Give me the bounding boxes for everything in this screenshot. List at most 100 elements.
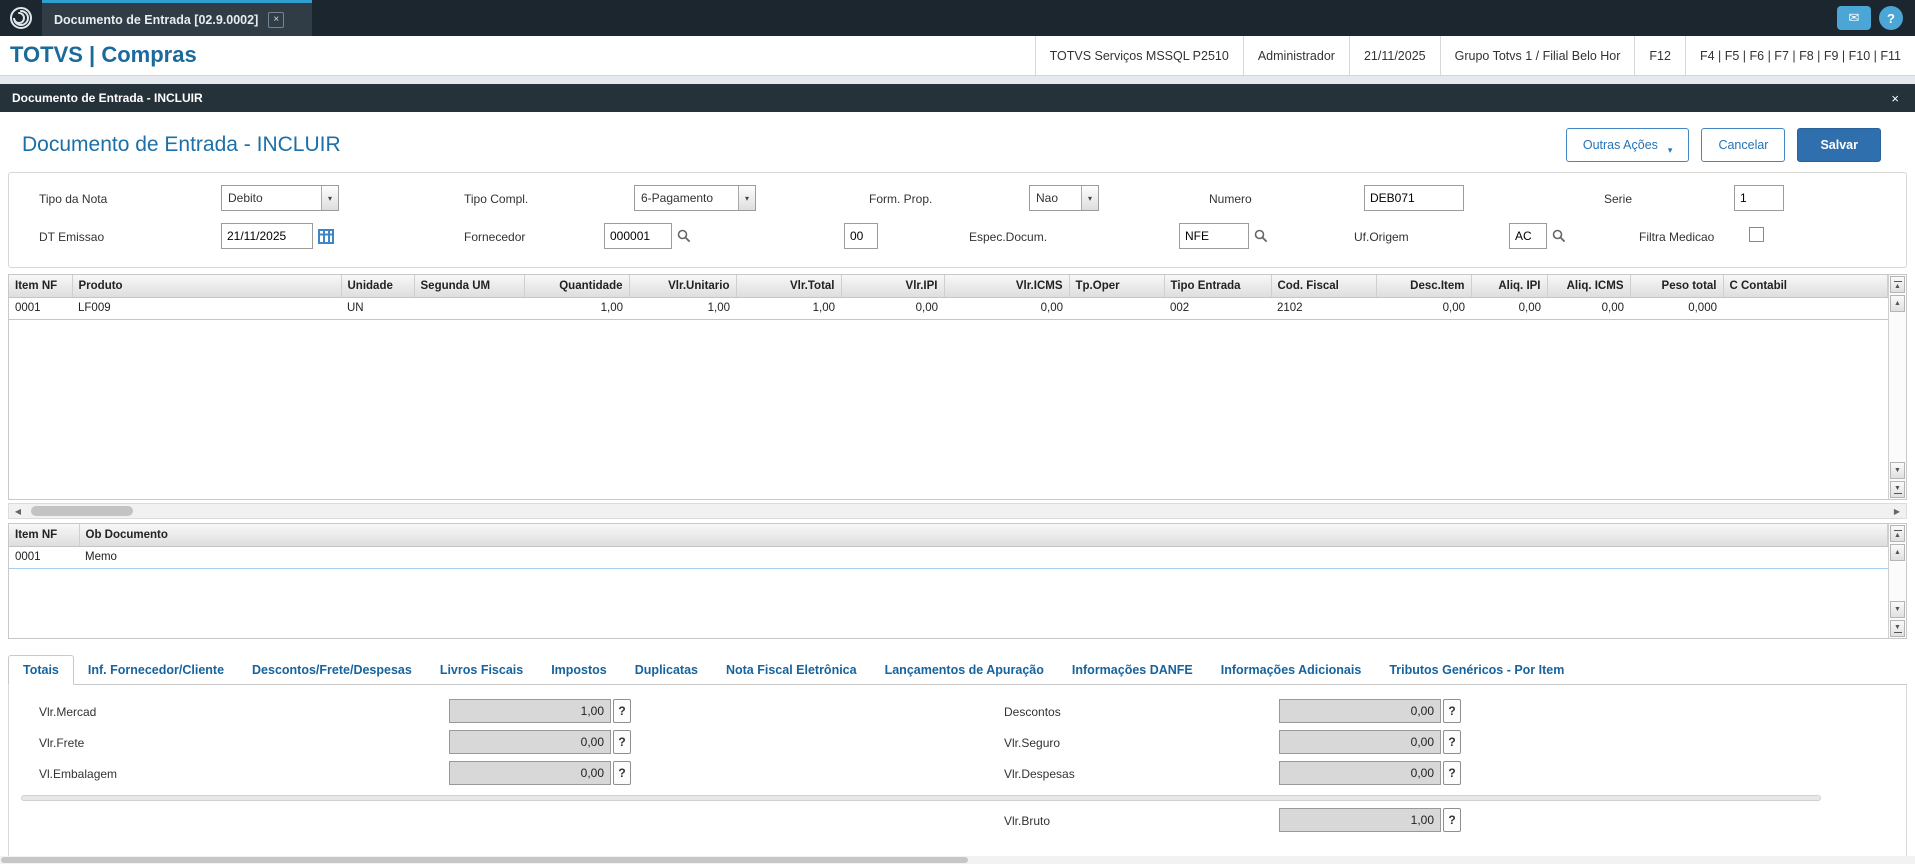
dt-emissao-input[interactable] [221, 223, 313, 249]
tab-livros-fiscais[interactable]: Livros Fiscais [426, 656, 537, 684]
filtra-medicao-checkbox[interactable] [1749, 227, 1764, 242]
tab-close-icon[interactable]: × [268, 11, 285, 28]
tab-informacoes-danfe[interactable]: Informações DANFE [1058, 656, 1207, 684]
vl-embalagem-input[interactable] [449, 761, 611, 785]
column-header-item-nf[interactable]: Item NF [9, 275, 73, 298]
page-horizontal-scrollbar[interactable] [0, 856, 1915, 864]
scroll-to-top-button[interactable]: ▲ [1890, 276, 1905, 293]
vlr-bruto-input[interactable] [1279, 808, 1441, 832]
up-icon: ▲ [1894, 282, 1901, 290]
vlr-seguro-help-button[interactable]: ? [1443, 730, 1461, 754]
vlr-mercad-input[interactable] [449, 699, 611, 723]
column-header-quantidade[interactable]: Quantidade [524, 275, 630, 298]
cell-vlr-unitario: 1,00 [629, 297, 736, 320]
espec-docum-search-icon[interactable] [1250, 224, 1272, 248]
obs-grid-row[interactable]: 0001 Memo [9, 546, 1888, 569]
cancelar-button[interactable]: Cancelar [1701, 128, 1786, 162]
column-header-aliq-ipi[interactable]: Aliq. IPI [1471, 275, 1548, 298]
descontos-help-button[interactable]: ? [1443, 699, 1461, 723]
column-header-desc-item[interactable]: Desc.Item [1376, 275, 1472, 298]
column-header-item-nf[interactable]: Item NF [9, 524, 80, 547]
tab-impostos[interactable]: Impostos [537, 656, 621, 684]
column-header-c-contabil[interactable]: C Contabil [1723, 275, 1888, 298]
vlr-frete-input[interactable] [449, 730, 611, 754]
help-button[interactable]: ? [1879, 6, 1903, 30]
chevron-down-icon[interactable]: ▾ [321, 186, 338, 210]
totvs-logo-icon[interactable] [0, 0, 42, 36]
obs-grid-vertical-scrollbar[interactable]: ▲ ▲ ▼ ▼ [1888, 524, 1906, 638]
function-keys-cell[interactable]: F4 | F5 | F6 | F7 | F8 | F9 | F10 | F11 [1684, 36, 1915, 75]
column-header-produto[interactable]: Produto [72, 275, 342, 298]
descontos-input[interactable] [1279, 699, 1441, 723]
loja-input[interactable] [844, 223, 878, 249]
program-tab[interactable]: Documento de Entrada [02.9.0002] × [42, 0, 312, 36]
chevron-down-icon[interactable]: ▾ [1081, 186, 1098, 210]
form-prop-select[interactable]: Nao ▾ [1029, 185, 1099, 211]
branch-cell[interactable]: Grupo Totvs 1 / Filial Belo Hor [1439, 36, 1635, 75]
column-header-ob-documento[interactable]: Ob Documento [79, 524, 1888, 547]
salvar-button[interactable]: Salvar [1797, 128, 1881, 162]
scroll-up-button[interactable]: ▲ [1890, 544, 1905, 561]
column-header-vlr-ipi[interactable]: Vlr.IPI [841, 275, 945, 298]
scroll-down-button[interactable]: ▼ [1890, 601, 1905, 618]
page-horizontal-scroll-thumb[interactable] [1, 857, 969, 863]
calendar-icon[interactable] [315, 224, 337, 248]
column-header-vlr-icms[interactable]: Vlr.ICMS [944, 275, 1070, 298]
vlr-bruto-help-button[interactable]: ? [1443, 808, 1461, 832]
column-header-segunda-um[interactable]: Segunda UM [414, 275, 525, 298]
column-header-unidade[interactable]: Unidade [341, 275, 415, 298]
uf-origem-search-icon[interactable] [1548, 224, 1570, 248]
tab-descontos-frete-despesas[interactable]: Descontos/Frete/Despesas [238, 656, 426, 684]
environment-cell[interactable]: TOTVS Serviços MSSQL P2510 [1034, 36, 1243, 75]
scroll-left-icon[interactable]: ◀ [9, 504, 27, 518]
totais-panel: Vlr.Mercad ? Descontos ? Vlr.Frete ? Vlr… [8, 685, 1907, 864]
vlr-mercad-help-button[interactable]: ? [613, 699, 631, 723]
scroll-to-bottom-button[interactable]: ▼ [1890, 481, 1905, 498]
window-close-icon[interactable]: × [1887, 91, 1903, 106]
tab-duplicatas[interactable]: Duplicatas [621, 656, 712, 684]
column-header-tipo-entrada[interactable]: Tipo Entrada [1164, 275, 1272, 298]
tipo-compl-select[interactable]: 6-Pagamento ▾ [634, 185, 756, 211]
column-header-peso-total[interactable]: Peso total [1630, 275, 1724, 298]
scroll-down-button[interactable]: ▼ [1890, 462, 1905, 479]
chevron-down-icon[interactable]: ▾ [738, 186, 755, 210]
tab-informacoes-adicionais[interactable]: Informações Adicionais [1207, 656, 1376, 684]
espec-docum-input[interactable] [1179, 223, 1249, 249]
vlr-seguro-input[interactable] [1279, 730, 1441, 754]
column-header-tp-oper[interactable]: Tp.Oper [1069, 275, 1165, 298]
column-header-aliq-icms[interactable]: Aliq. ICMS [1547, 275, 1631, 298]
outras-acoes-button[interactable]: Outras Ações ▾ [1565, 128, 1690, 162]
outras-acoes-label: Outras Ações [1582, 138, 1658, 152]
vlr-despesas-help-button[interactable]: ? [1443, 761, 1461, 785]
down-icon: ▼ [1894, 606, 1901, 613]
horizontal-scroll-thumb[interactable] [31, 506, 133, 516]
fornecedor-input[interactable] [604, 223, 672, 249]
mail-button[interactable]: ✉ [1837, 6, 1871, 30]
tab-totais[interactable]: Totais [8, 655, 74, 685]
vlr-frete-help-button[interactable]: ? [613, 730, 631, 754]
vlr-despesas-input[interactable] [1279, 761, 1441, 785]
uf-origem-input[interactable] [1509, 223, 1547, 249]
items-grid-vertical-scrollbar[interactable]: ▲ ▲ ▼ ▼ [1888, 275, 1906, 499]
numero-input[interactable] [1364, 185, 1464, 211]
tab-inf-fornecedor-cliente[interactable]: Inf. Fornecedor/Cliente [74, 656, 238, 684]
items-grid-horizontal-scrollbar[interactable]: ◀ ▶ [8, 503, 1907, 519]
serie-input[interactable] [1734, 185, 1784, 211]
column-header-vlr-unitario[interactable]: Vlr.Unitario [629, 275, 737, 298]
fornecedor-search-icon[interactable] [673, 224, 695, 248]
scroll-right-icon[interactable]: ▶ [1888, 504, 1906, 518]
vl-embalagem-help-button[interactable]: ? [613, 761, 631, 785]
scroll-up-button[interactable]: ▲ [1890, 295, 1905, 312]
f12-cell[interactable]: F12 [1634, 36, 1685, 75]
scroll-to-bottom-button[interactable]: ▼ [1890, 620, 1905, 637]
tipo-da-nota-select[interactable]: Debito ▾ [221, 185, 339, 211]
column-header-cod-fiscal[interactable]: Cod. Fiscal [1271, 275, 1377, 298]
column-header-vlr-total[interactable]: Vlr.Total [736, 275, 842, 298]
scroll-to-top-button[interactable]: ▲ [1890, 525, 1905, 542]
user-cell[interactable]: Administrador [1242, 36, 1349, 75]
tab-lancamentos-de-apuracao[interactable]: Lançamentos de Apuração [871, 656, 1058, 684]
tab-nota-fiscal-eletronica[interactable]: Nota Fiscal Eletrônica [712, 656, 871, 684]
date-cell[interactable]: 21/11/2025 [1348, 36, 1440, 75]
items-grid-row[interactable]: 0001 LF009 UN 1,00 1,00 1,00 0,00 0,00 0… [9, 297, 1888, 320]
tab-tributos-genericos-por-item[interactable]: Tributos Genéricos - Por Item [1375, 656, 1578, 684]
